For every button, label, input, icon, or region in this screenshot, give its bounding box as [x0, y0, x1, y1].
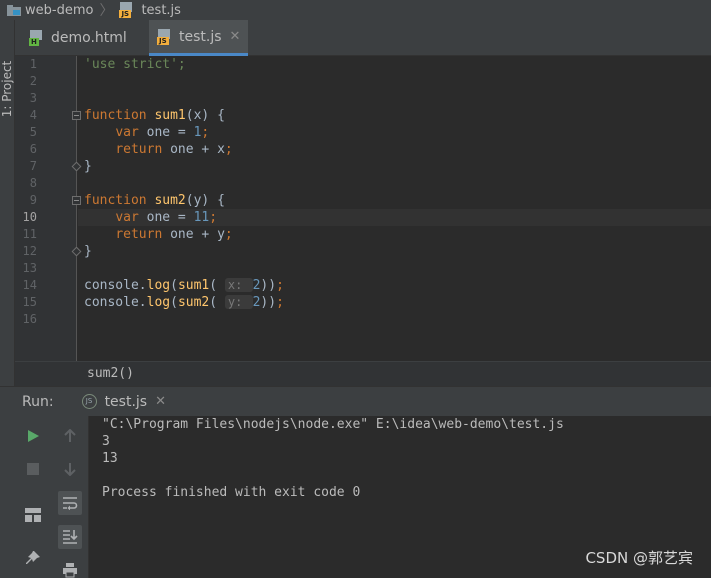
- code-line: 'use strict';: [84, 57, 186, 72]
- run-tab-label: test.js: [104, 393, 148, 410]
- line-number: 6: [29, 142, 37, 156]
- line-number: 8: [29, 176, 37, 190]
- nodejs-run-config-icon: JS: [81, 394, 97, 409]
- line-number: 11: [22, 227, 37, 241]
- code-line: function sum1(x) {: [84, 108, 225, 123]
- arrow-down-icon[interactable]: [58, 457, 82, 481]
- js-file-icon: JS: [119, 2, 135, 18]
- line-number: 4: [29, 108, 37, 122]
- run-toolbar: [0, 416, 89, 578]
- code-line: return one + x;: [115, 142, 233, 157]
- soft-wrap-icon[interactable]: [58, 491, 82, 515]
- fold-end-icon[interactable]: [71, 161, 82, 172]
- line-number: 3: [29, 91, 37, 105]
- breadcrumb-file[interactable]: test.js: [141, 3, 180, 18]
- code-line: }: [84, 244, 92, 259]
- close-icon[interactable]: ✕: [155, 394, 166, 409]
- code-editor[interactable]: 1 2 3 4 5 6 7 8 9 10 11 12 13 14 15 16 '…: [15, 56, 711, 361]
- scroll-to-end-icon[interactable]: [58, 525, 82, 549]
- stop-icon[interactable]: [21, 457, 45, 481]
- editor-tab-bar: H demo.html JS test.js ✕: [15, 20, 711, 56]
- pin-icon[interactable]: [21, 546, 45, 570]
- console-line: 3: [102, 434, 110, 449]
- print-icon[interactable]: [58, 558, 82, 578]
- line-number: 7: [29, 159, 37, 173]
- console-line: 13: [102, 451, 118, 466]
- run-label: Run:: [22, 393, 54, 410]
- code-line: console.log(sum1( x: 2));: [84, 278, 284, 293]
- code-line: var one = 1;: [115, 125, 210, 140]
- run-panel-header: Run: JS test.js ✕: [0, 386, 711, 416]
- line-number: 5: [29, 125, 37, 139]
- fold-end-icon[interactable]: [71, 246, 82, 257]
- line-number: 16: [22, 312, 37, 326]
- breadcrumb-project[interactable]: web-demo: [25, 3, 93, 18]
- left-tool-strip: 1: Project: [0, 20, 15, 386]
- navigation-breadcrumb: web-demo 〉 JS test.js: [0, 0, 711, 20]
- chevron-right-icon: 〉: [99, 3, 114, 19]
- play-icon[interactable]: [21, 424, 45, 448]
- console-line: "C:\Program Files\nodejs\node.exe" E:\id…: [102, 417, 564, 432]
- project-tool-tab[interactable]: 1: Project: [0, 44, 14, 144]
- html-file-icon: H: [29, 29, 45, 46]
- code-line: console.log(sum2( y: 2));: [84, 295, 284, 310]
- line-number: 1: [29, 57, 37, 71]
- line-number: 2: [29, 74, 37, 88]
- line-number-gutter: 1 2 3 4 5 6 7 8 9 10 11 12 13 14 15 16: [15, 56, 82, 361]
- fold-marker-icon[interactable]: [72, 111, 81, 120]
- tab-test-js[interactable]: JS test.js ✕: [149, 20, 249, 56]
- line-number: 12: [22, 244, 37, 258]
- code-line: }: [84, 159, 92, 174]
- line-number: 15: [22, 295, 37, 309]
- tab-label: demo.html: [51, 29, 127, 46]
- watermark: CSDN @郭艺宾: [585, 549, 693, 567]
- js-file-icon: JS: [157, 28, 173, 45]
- code-structure-breadcrumb[interactable]: sum2(): [15, 361, 711, 386]
- arrow-up-icon[interactable]: [58, 424, 82, 448]
- line-number: 13: [22, 261, 37, 275]
- code-line: var one = 11;: [115, 210, 218, 225]
- console-line: Process finished with exit code 0: [102, 485, 361, 500]
- tab-label: test.js: [179, 28, 222, 45]
- code-line: return one + y;: [115, 227, 233, 242]
- line-number: 9: [29, 193, 37, 207]
- project-tool-tab-label: 1: Project: [0, 60, 14, 118]
- line-number: 14: [22, 278, 37, 292]
- folder-icon: [7, 4, 21, 16]
- line-number-current: 10: [22, 210, 37, 224]
- close-icon[interactable]: ✕: [230, 29, 241, 44]
- tab-demo-html[interactable]: H demo.html: [21, 20, 135, 55]
- code-line: function sum2(y) {: [84, 193, 225, 208]
- run-tab-test-js[interactable]: JS test.js ✕: [76, 387, 172, 417]
- fold-marker-icon[interactable]: [72, 196, 81, 205]
- layout-icon[interactable]: [21, 503, 45, 527]
